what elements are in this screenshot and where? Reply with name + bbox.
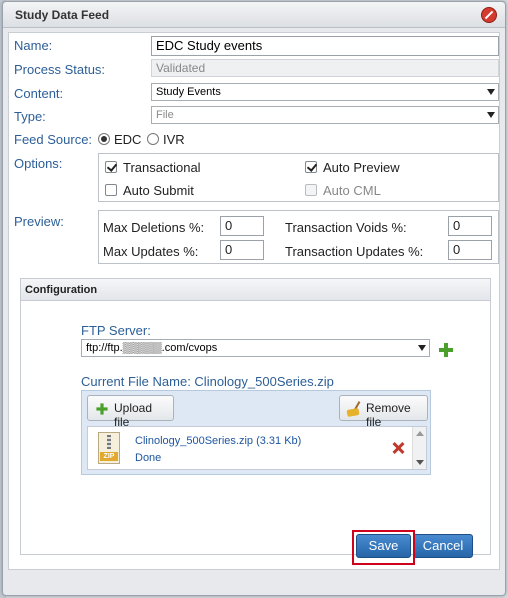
preview-box: Max Deletions %: 0 Transaction Voids %: …: [98, 210, 499, 264]
cancel-button[interactable]: Cancel: [413, 534, 473, 558]
max-deletions-input[interactable]: 0: [220, 216, 264, 236]
file-list-scrollbar[interactable]: [412, 427, 426, 469]
transactional-checkbox[interactable]: [105, 161, 117, 173]
feed-source-ivr-label: IVR: [163, 132, 185, 147]
max-deletions-label: Max Deletions %:: [103, 220, 205, 235]
type-select[interactable]: File: [151, 106, 499, 124]
remove-file-label: Remove file: [366, 401, 411, 429]
chevron-down-icon: [487, 89, 495, 95]
transaction-updates-input[interactable]: 0: [448, 240, 492, 260]
remove-file-button[interactable]: Remove file: [339, 395, 428, 429]
file-uploader: Upload file Remove file ZIP Clinology_50…: [81, 390, 431, 475]
ftp-server-select[interactable]: ftp://ftp.▒▒▒▒▒.com/cvops: [81, 339, 430, 357]
max-updates-input[interactable]: 0: [220, 240, 264, 260]
auto-submit-label: Auto Submit: [123, 183, 194, 198]
feed-source-ivr-radio[interactable]: [147, 133, 159, 145]
content-label: Content:: [14, 86, 64, 101]
auto-preview-checkbox[interactable]: [305, 161, 317, 173]
current-file-name: Current File Name: Clinology_500Series.z…: [81, 374, 334, 389]
chevron-down-icon: [418, 345, 426, 351]
feed-source-edc-radio[interactable]: [98, 133, 110, 145]
file-name: Clinology_500Series.zip (3.31 Kb): [135, 435, 302, 447]
scroll-up-icon[interactable]: [416, 431, 424, 436]
auto-submit-checkbox[interactable]: [105, 184, 117, 196]
auto-cml-checkbox[interactable]: [305, 184, 317, 196]
name-label: Name:: [14, 38, 53, 53]
save-highlight-box: [352, 530, 415, 565]
process-status-label: Process Status:: [14, 62, 106, 77]
configuration-header: Configuration: [21, 279, 490, 301]
type-label: Type:: [14, 109, 46, 124]
transactional-label: Transactional: [123, 160, 201, 175]
remove-file-icon[interactable]: [392, 442, 404, 454]
content-select-value: Study Events: [156, 86, 221, 98]
upload-file-button[interactable]: Upload file: [87, 395, 174, 429]
type-select-value: File: [156, 109, 174, 121]
file-list: ZIP Clinology_500Series.zip (3.31 Kb) Do…: [87, 426, 427, 470]
transaction-voids-input[interactable]: 0: [448, 216, 492, 236]
name-input[interactable]: EDC Study events: [151, 36, 499, 56]
configuration-panel: Configuration FTP Server: ftp://ftp.▒▒▒▒…: [20, 278, 491, 555]
upload-file-label: Upload file: [114, 401, 153, 429]
transaction-voids-label: Transaction Voids %:: [285, 220, 407, 235]
preview-label: Preview:: [14, 214, 64, 229]
options-label: Options:: [14, 156, 63, 171]
zip-file-icon: ZIP: [98, 432, 120, 464]
options-box: Transactional Auto Preview Auto Submit A…: [98, 153, 499, 202]
content-select[interactable]: Study Events: [151, 83, 499, 101]
study-data-feed-dialog: Study Data Feed Name: EDC Study events P…: [2, 1, 506, 596]
dialog-titlebar: Study Data Feed: [3, 2, 505, 28]
dialog-content: Name: EDC Study events Process Status: V…: [8, 32, 500, 570]
transaction-updates-label: Transaction Updates %:: [285, 244, 424, 259]
auto-cml-label: Auto CML: [323, 183, 381, 198]
broom-icon: [346, 401, 363, 417]
dialog-title: Study Data Feed: [15, 8, 110, 22]
zip-tag: ZIP: [100, 452, 118, 461]
ftp-server-label: FTP Server:: [81, 323, 151, 338]
file-status: Done: [135, 452, 162, 464]
scroll-down-icon[interactable]: [416, 460, 424, 465]
chevron-down-icon: [487, 112, 495, 118]
add-ftp-server-icon[interactable]: [439, 343, 453, 357]
ftp-server-value: ftp://ftp.▒▒▒▒▒.com/cvops: [86, 342, 218, 354]
close-icon[interactable]: [481, 7, 497, 23]
feed-source-label: Feed Source:: [14, 132, 93, 147]
feed-source-edc-label: EDC: [114, 132, 142, 147]
max-updates-label: Max Updates %:: [103, 244, 199, 259]
auto-preview-label: Auto Preview: [323, 160, 400, 175]
process-status-field: Validated: [151, 59, 499, 77]
plus-icon: [96, 403, 108, 415]
